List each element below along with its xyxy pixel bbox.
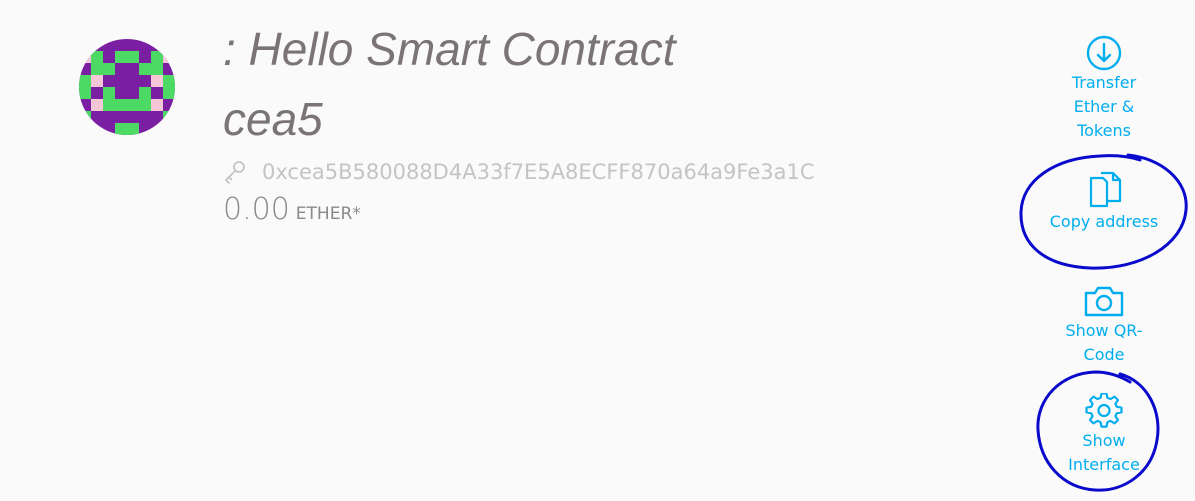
arrow-down-circle-icon [1086,35,1122,71]
copy-address-label: Copy address [1049,212,1159,231]
contract-address[interactable]: 0xcea5B580088D4A33f7E5A8ECFF870a64a9Fe3a… [262,160,815,184]
balance-unit: ETHER* [295,204,361,224]
show-qr-code-button[interactable]: Show QR-Code [1049,283,1159,367]
camera-icon [1084,286,1124,317]
key-icon [225,161,245,184]
show-interface-label: Show Interface [1068,431,1140,474]
transfer-ether-label: Transfer Ether & Tokens [1071,73,1137,140]
transfer-ether-button[interactable]: Transfer Ether & Tokens [1049,33,1159,143]
show-interface-button[interactable]: Show Interface [1049,393,1159,477]
identicon-avatar [79,39,175,135]
show-qr-code-label: Show QR-Code [1065,321,1143,364]
copy-address-button[interactable]: Copy address [1049,170,1159,234]
balance: 0.00 ETHER* [223,192,361,227]
gear-icon [1085,393,1123,428]
balance-value: 0.00 [223,192,290,227]
contract-page: : Hello Smart Contract cea5 0xcea5B58008… [0,0,1195,501]
copy-icon [1089,171,1122,208]
address-row: 0xcea5B580088D4A33f7E5A8ECFF870a64a9Fe3a… [222,156,815,188]
contract-title: : Hello Smart Contract cea5 [223,23,676,145]
